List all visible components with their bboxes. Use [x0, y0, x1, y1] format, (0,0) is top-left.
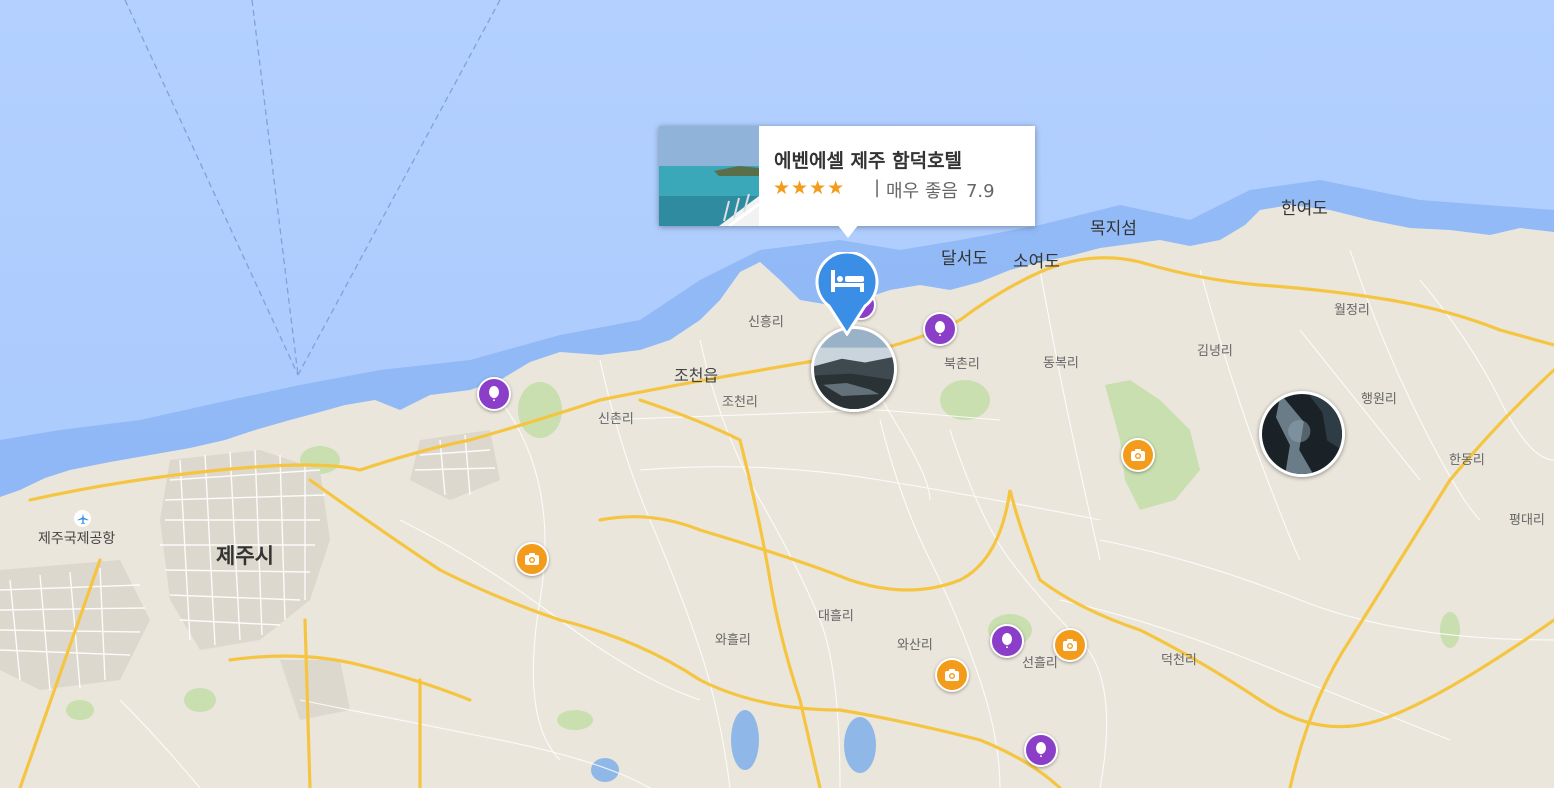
balloon-icon — [1002, 633, 1012, 648]
label-jeju-city: 제주시 — [216, 544, 274, 568]
camera-icon — [945, 669, 959, 681]
balloon-icon — [489, 386, 499, 401]
cave-photo — [1262, 394, 1342, 474]
label-woljeong-ri: 월정리 — [1334, 303, 1370, 318]
label-mokjiseom: 목지섬 — [1090, 219, 1137, 239]
rating-separator: | — [874, 177, 881, 198]
label-seonheul-ri: 선흘리 — [1022, 656, 1058, 671]
label-soyeodo: 소여도 — [1013, 252, 1060, 272]
camera-photo-marker[interactable] — [1053, 628, 1087, 662]
camera-icon — [1131, 449, 1145, 461]
label-waheul-ri: 와흘리 — [715, 633, 751, 648]
label-daeheul-ri: 대흘리 — [818, 609, 854, 624]
coast-photo — [814, 329, 894, 409]
camera-icon — [1063, 639, 1077, 651]
camera-photo-marker[interactable] — [935, 658, 969, 692]
label-sinchon-ri: 신촌리 — [598, 412, 634, 427]
balloon-poi-marker[interactable] — [990, 624, 1024, 658]
label-jocheon-eup: 조천읍 — [674, 366, 719, 385]
label-handong-ri: 한동리 — [1449, 453, 1485, 468]
label-dalseodo: 달서도 — [941, 249, 988, 269]
hotel-info-card[interactable]: 에벤에셀 제주 함덕호텔 ★★★★ | 매우 좋음 7.9 — [659, 126, 1035, 238]
hotel-thumbnail — [659, 126, 759, 226]
label-deokcheon-ri: 덕천리 — [1161, 653, 1197, 668]
photo-thumbnail-marker-coast[interactable] — [811, 326, 897, 412]
label-gimnyeong-ri: 김녕리 — [1197, 344, 1233, 359]
balloon-poi-marker[interactable] — [923, 312, 957, 346]
airplane-icon — [74, 510, 91, 527]
camera-icon — [525, 553, 539, 565]
label-hanyeodo: 한여도 — [1281, 199, 1328, 219]
label-dongbok-ri: 동복리 — [1043, 356, 1079, 371]
label-haengwon-ri: 행원리 — [1361, 392, 1397, 407]
camera-photo-marker[interactable] — [1121, 438, 1155, 472]
card-pointer — [837, 224, 859, 238]
hotel-location-pin[interactable] — [815, 250, 879, 337]
label-jeju-airport: 제주국제공항 — [38, 531, 116, 547]
balloon-poi-marker[interactable] — [477, 377, 511, 411]
hotel-review-rating: 매우 좋음 7.9 — [886, 177, 995, 203]
label-bukchon-ri: 북촌리 — [944, 357, 980, 372]
hotel-name: 에벤에셀 제주 함덕호텔 — [774, 150, 963, 172]
rating-score: 7.9 — [965, 181, 995, 202]
balloon-poi-marker[interactable] — [1024, 733, 1058, 767]
hotel-star-rating: ★★★★ — [773, 177, 846, 199]
map-canvas[interactable] — [0, 0, 1554, 788]
label-sinheung-ri: 신흥리 — [748, 315, 784, 330]
rating-text: 매우 좋음 — [886, 181, 958, 202]
label-jocheon-ri: 조천리 — [722, 395, 758, 410]
photo-thumbnail-marker-cave[interactable] — [1259, 391, 1345, 477]
camera-photo-marker[interactable] — [515, 542, 549, 576]
label-wasan-ri: 와산리 — [897, 638, 933, 653]
balloon-icon — [1036, 742, 1046, 757]
label-pyeongdae-ri: 평대리 — [1509, 513, 1545, 528]
balloon-icon — [935, 321, 945, 336]
